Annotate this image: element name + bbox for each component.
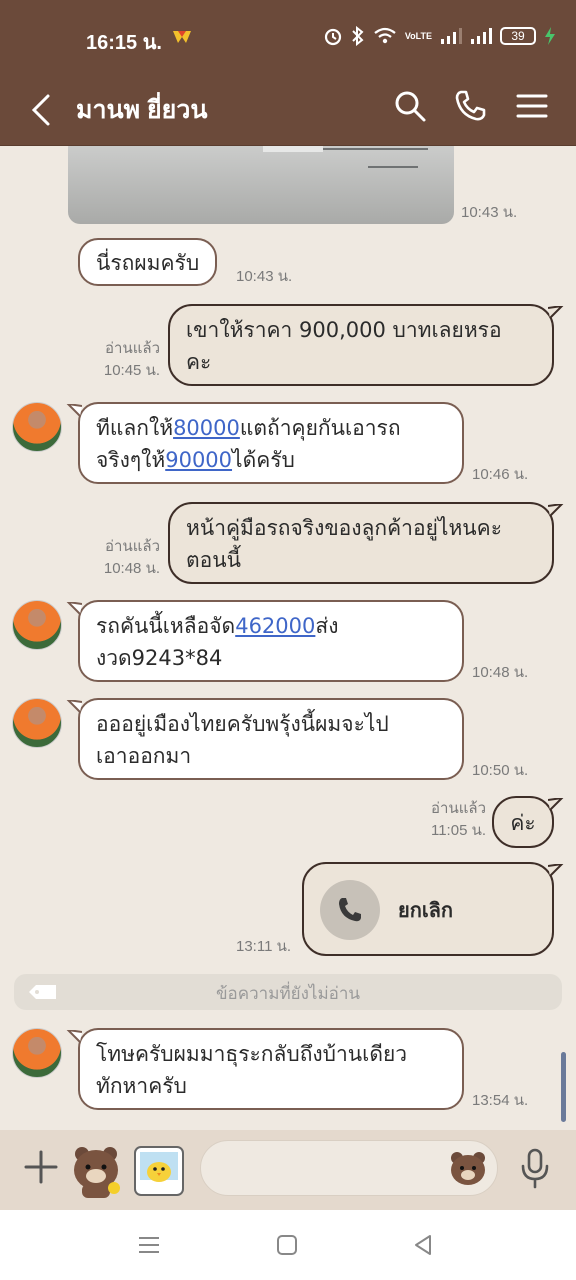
- bubble-tail: [548, 864, 564, 877]
- bubble-tail: [66, 1030, 82, 1043]
- bubble-tail: [548, 504, 564, 517]
- bubble-tail: [66, 404, 82, 417]
- chat-area[interactable]: 10:43 น. นี่รถผมครับ 10:43 น. อ่านแล้ว 1…: [0, 146, 576, 1130]
- message-time: 10:48 น.: [472, 664, 529, 681]
- read-label: อ่านแล้ว: [105, 340, 160, 357]
- message-time: 10:43 น.: [461, 204, 518, 221]
- incoming-message[interactable]: อออยู่เมืองไทยครับพรุ้งนี้ผมจะไป เอาออกม…: [78, 698, 464, 780]
- phone-number-link[interactable]: 462000: [235, 614, 315, 638]
- call-message[interactable]: ยกเลิก: [302, 862, 554, 956]
- unread-divider-label: ข้อความที่ยังไม่อ่าน: [215, 984, 361, 1004]
- text-segment: แตถ้าคุยกันเอารถ: [239, 416, 401, 440]
- outgoing-message[interactable]: เขาให้ราคา 900,000 บาทเลยหรอ คะ: [168, 304, 554, 386]
- status-bar: 16:15 น. VoLTE 39: [0, 0, 576, 78]
- back-icon[interactable]: [28, 90, 58, 130]
- message-text-line: รถคันนี้เหลือจัด462000ส่ง: [96, 610, 446, 642]
- unread-divider: ข้อความที่ยังไม่อ่าน: [14, 974, 562, 1010]
- message-text-line: เอาออกมา: [96, 744, 192, 768]
- message-time: 10:48 น.: [103, 560, 160, 577]
- message-input-bar: [0, 1130, 576, 1210]
- bubble-tail: [66, 700, 82, 713]
- read-label: อ่านแล้ว: [105, 538, 160, 555]
- message-text-line: งวด9243*84: [96, 646, 223, 670]
- message-time: 13:54 น.: [472, 1092, 529, 1109]
- signal-icon-2: [471, 28, 492, 44]
- message-text: นี่รถผมครับ: [96, 251, 200, 275]
- wifi-icon: [374, 27, 396, 44]
- status-icons: VoLTE 39: [323, 26, 556, 46]
- read-receipt: อ่านแล้ว 10:48 น.: [96, 536, 160, 580]
- emoji-icon[interactable]: [448, 1148, 488, 1188]
- call-icon-circle: [320, 880, 380, 940]
- scrollbar[interactable]: [561, 1052, 566, 1122]
- message-text-line: จริงๆให้90000ได้ครับ: [96, 444, 446, 476]
- incoming-message[interactable]: โทษครับผมมาธุระกลับถึงบ้านเดียว ทักหาครั…: [78, 1028, 464, 1110]
- phone-icon: [339, 898, 361, 922]
- battery-indicator: 39: [500, 27, 536, 45]
- sticker-icon[interactable]: [66, 1140, 126, 1200]
- incoming-message[interactable]: ทีแลกให้80000แตถ้าคุยกันเอารถ จริงๆให้90…: [78, 402, 464, 484]
- message-text-line: โทษครับผมมาธุระกลับถึงบ้านเดียว: [96, 1042, 408, 1066]
- home-icon[interactable]: [274, 1232, 300, 1258]
- message-time: 10:45 น.: [103, 362, 160, 379]
- text-segment: รถคันนี้เหลือจัด: [96, 614, 236, 638]
- bubble-tail: [66, 602, 82, 615]
- menu-icon[interactable]: [514, 88, 550, 124]
- search-icon[interactable]: [392, 88, 428, 124]
- phone-number-link[interactable]: 90000: [165, 448, 232, 472]
- text-segment: ทีแลกให้: [96, 416, 174, 440]
- message-time: 10:50 น.: [472, 762, 529, 779]
- signal-icon-1: [441, 28, 462, 44]
- message-text-line: ทีแลกให้80000แตถ้าคุยกันเอารถ: [96, 412, 446, 444]
- phone-icon[interactable]: [452, 88, 488, 124]
- text-segment: ได้ครับ: [232, 448, 295, 472]
- avatar[interactable]: [12, 1028, 62, 1078]
- chat-header: มานพ ยี่ยวน: [0, 78, 576, 146]
- recent-apps-icon[interactable]: [136, 1232, 162, 1258]
- plus-icon[interactable]: [22, 1148, 60, 1186]
- status-time: 16:15 น.: [86, 32, 162, 54]
- message-time: 13:11 น.: [236, 938, 292, 955]
- text-segment: จริงๆให้: [96, 448, 166, 472]
- avatar[interactable]: [12, 600, 62, 650]
- outgoing-message[interactable]: ค่ะ: [492, 796, 554, 848]
- message-time: 10:43 น.: [236, 268, 293, 285]
- read-label: อ่านแล้ว: [431, 800, 486, 817]
- message-text-line: คะ: [186, 350, 212, 374]
- message-time: 10:46 น.: [472, 466, 529, 483]
- chat-title: มานพ ยี่ยวน: [76, 96, 208, 124]
- bubble-tail: [548, 798, 564, 811]
- back-nav-icon[interactable]: [410, 1232, 436, 1258]
- image-message[interactable]: [68, 146, 454, 224]
- phone-number-link[interactable]: 80000: [173, 416, 240, 440]
- read-receipt: อ่านแล้ว 11:05 น.: [414, 798, 486, 842]
- message-text: ค่ะ: [510, 811, 536, 835]
- volte-label: VoLTE: [404, 30, 432, 41]
- avatar[interactable]: [12, 698, 62, 748]
- bluetooth-icon: [352, 26, 364, 46]
- outgoing-message[interactable]: หน้าคู่มือรถจริงของลูกค้าอยู่ไหนคะ ตอนนี…: [168, 502, 554, 584]
- charging-icon: [545, 27, 555, 45]
- message-text-line: เขาให้ราคา 900,000 บาทเลยหรอ: [186, 318, 502, 342]
- message-text-line: หน้าคู่มือรถจริงของลูกค้าอยู่ไหนคะ: [186, 516, 502, 540]
- incoming-message[interactable]: รถคันนี้เหลือจัด462000ส่ง งวด9243*84: [78, 600, 464, 682]
- message-text-line: ตอนนี้: [186, 548, 241, 572]
- avatar[interactable]: [12, 402, 62, 452]
- alarm-icon: [324, 28, 341, 46]
- incoming-message[interactable]: นี่รถผมครับ: [78, 238, 218, 286]
- message-time: 11:05 น.: [430, 822, 486, 839]
- mic-icon[interactable]: [518, 1146, 552, 1190]
- message-text-line: อออยู่เมืองไทยครับพรุ้งนี้ผมจะไป: [96, 712, 389, 736]
- message-text-line: ทักหาครับ: [96, 1074, 187, 1098]
- read-receipt: อ่านแล้ว 10:45 น.: [96, 338, 160, 382]
- sticker-icon[interactable]: [132, 1144, 186, 1198]
- system-nav-bar: [0, 1210, 576, 1280]
- notification-icon: [173, 31, 191, 43]
- bubble-tail: [548, 306, 564, 319]
- text-segment: ส่ง: [315, 614, 339, 638]
- call-status-label: ยกเลิก: [398, 900, 454, 922]
